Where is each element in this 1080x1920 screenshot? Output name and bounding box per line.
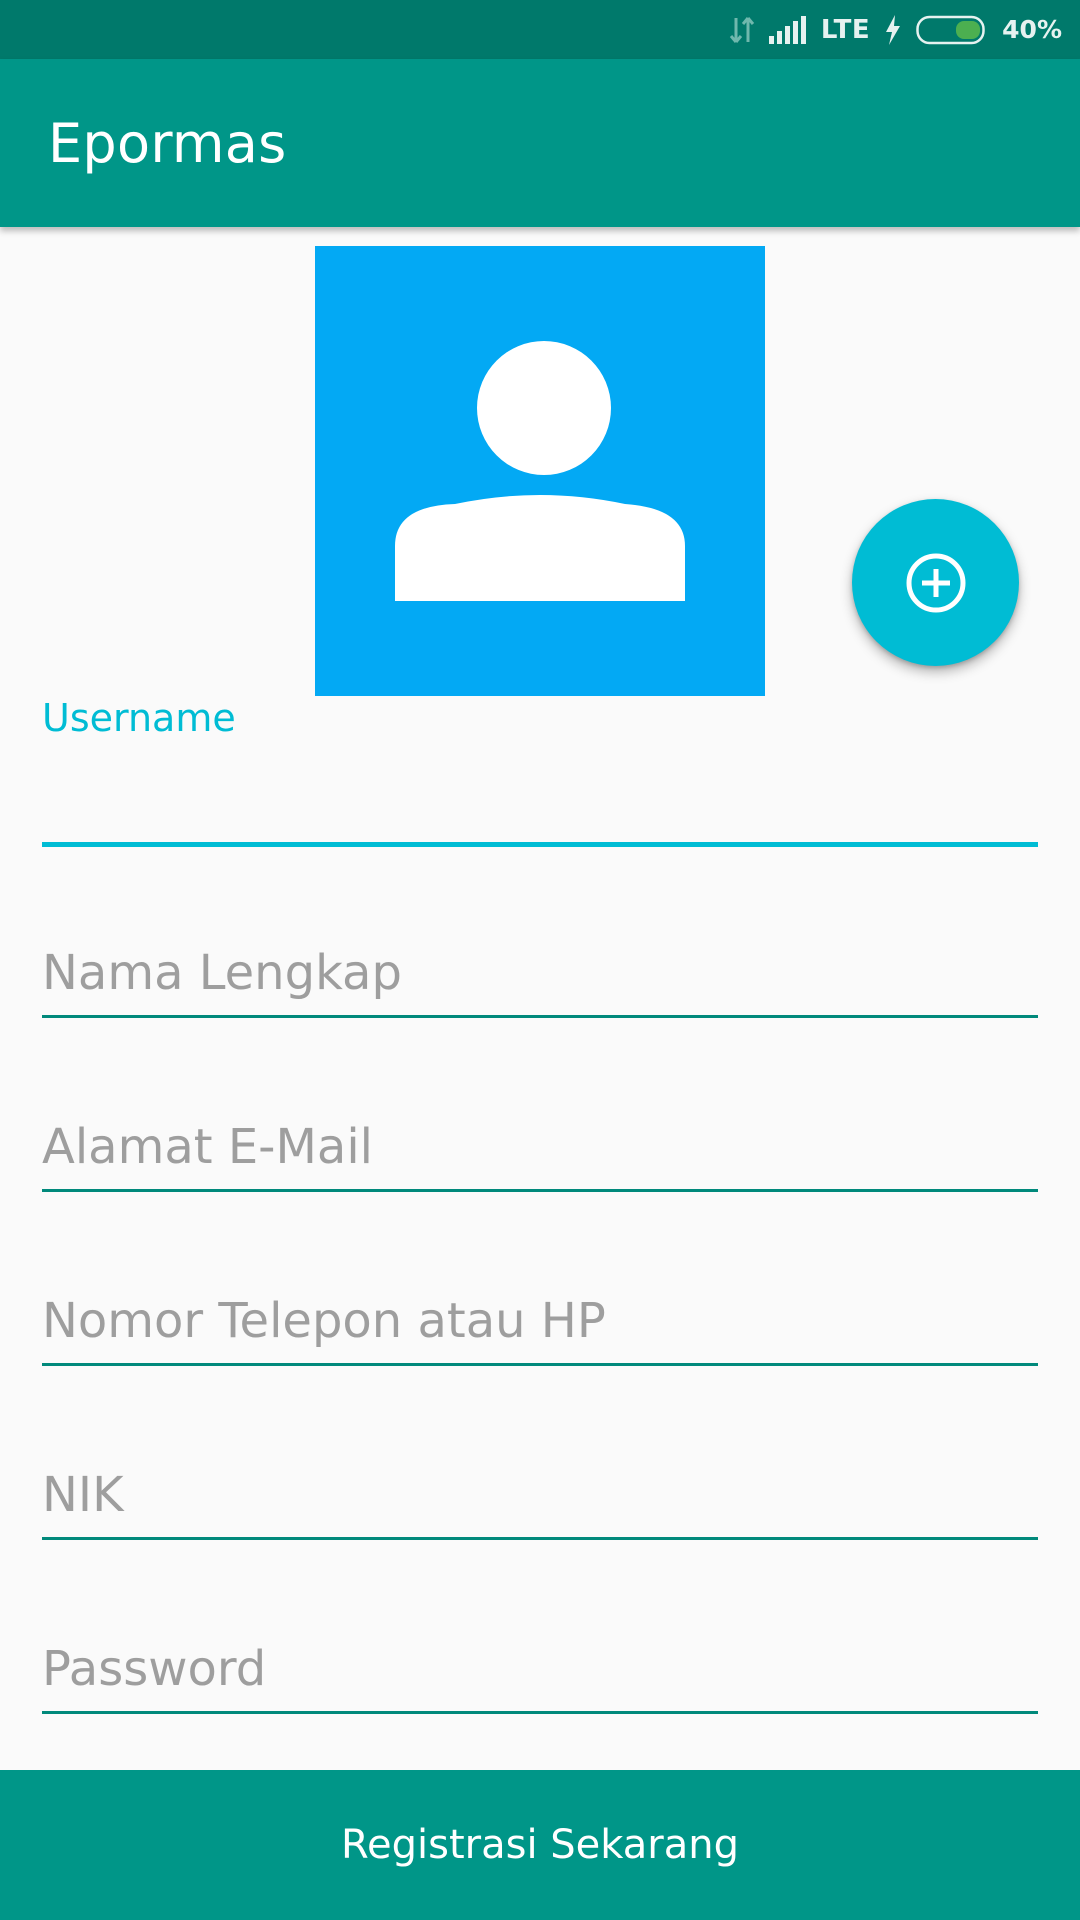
full-name-input[interactable] [42,940,1038,1006]
signal-icon [768,15,807,44]
app-title: Epormas [48,111,287,175]
username-input[interactable] [42,766,1038,832]
phone-input[interactable] [42,1288,1038,1354]
charging-bolt-icon [884,14,902,45]
password-underline [42,1711,1038,1714]
phone-field-group [42,1288,1038,1368]
nik-input[interactable] [42,1462,1038,1528]
password-field-group [42,1636,1038,1716]
password-input[interactable] [42,1636,1038,1702]
add-circle-icon [906,553,965,612]
network-type: LTE [820,14,871,45]
battery-icon [916,15,988,45]
full-name-underline [42,1015,1038,1018]
email-field-group [42,1114,1038,1194]
phone-underline [42,1363,1038,1366]
username-field-group: Username [42,696,1038,852]
person-icon [395,341,685,601]
full-name-field-group [42,940,1038,1020]
nik-underline [42,1537,1038,1540]
data-activity-icon [729,14,755,46]
nik-field-group [42,1462,1038,1542]
register-button-label: Registrasi Sekarang [341,1822,739,1868]
battery-percent: 40% [1002,15,1062,44]
register-button[interactable]: Registrasi Sekarang [0,1770,1080,1920]
email-underline [42,1189,1038,1192]
profile-photo[interactable] [315,246,765,696]
username-underline [42,842,1038,847]
email-input[interactable] [42,1114,1038,1180]
username-label: Username [42,696,236,740]
add-photo-button[interactable] [852,499,1019,666]
app-bar: Epormas [0,59,1080,227]
status-bar: LTE 40% [0,0,1080,59]
registration-screen: LTE 40% Epormas Username Nama Lengkap Al… [0,0,1080,1920]
